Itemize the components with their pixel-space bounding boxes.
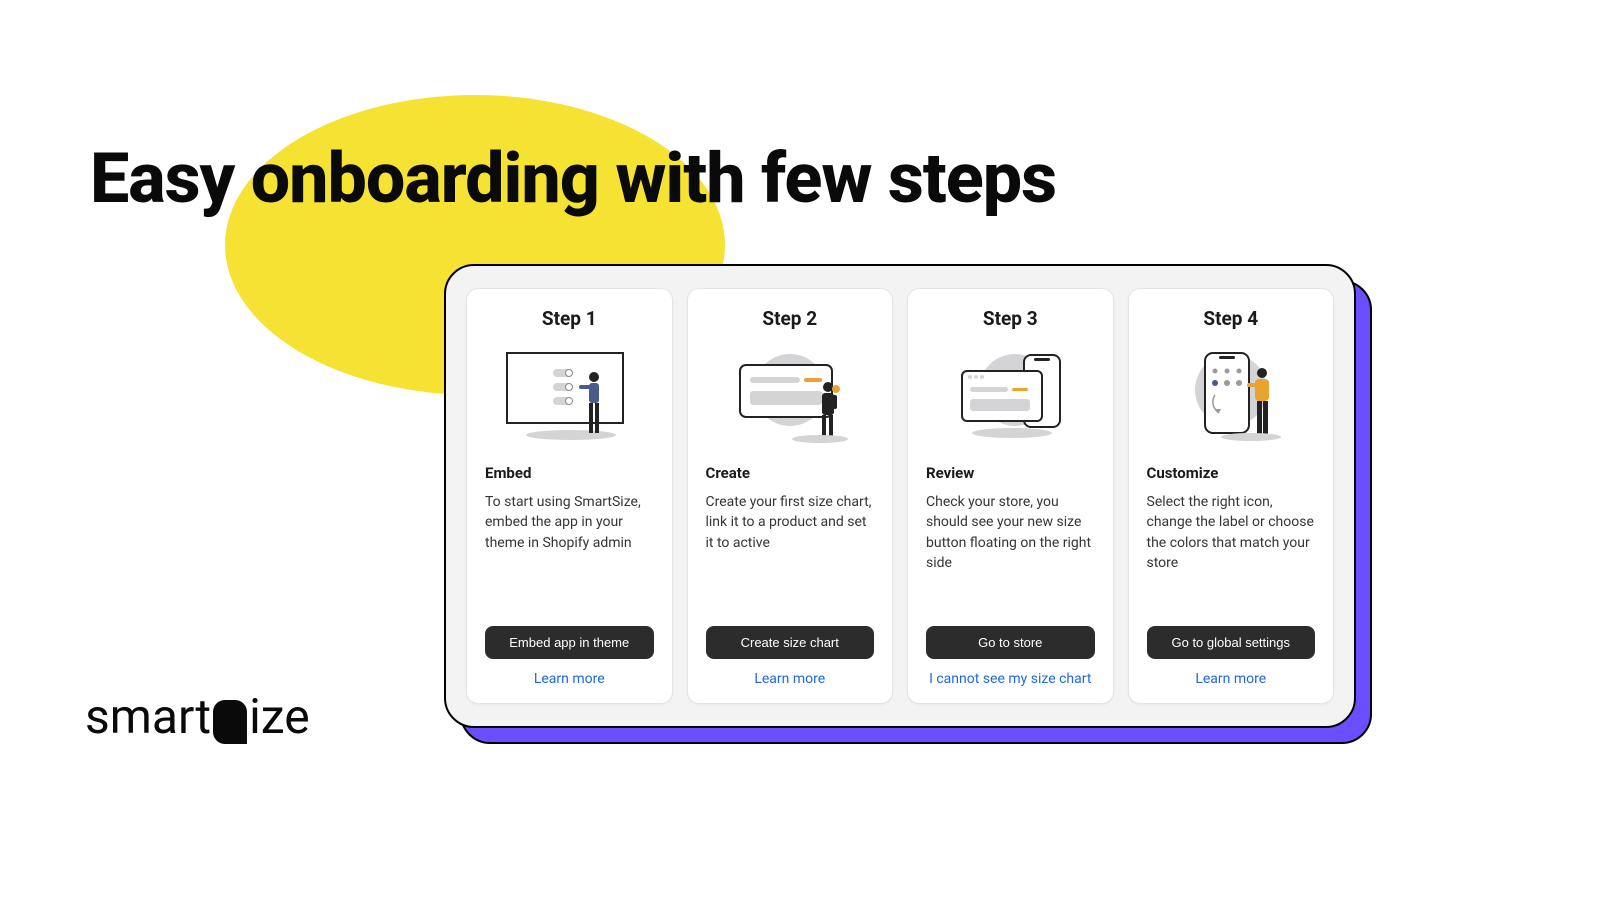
review-illustration-icon (926, 340, 1095, 450)
step-label: Step 2 (706, 307, 875, 330)
step-card-create: Step 2 Create Create your first size cha… (687, 288, 894, 704)
learn-more-link[interactable]: Learn more (485, 671, 654, 687)
logo-s-icon (213, 700, 247, 744)
create-illustration-icon (706, 340, 875, 450)
card-title: Create (706, 464, 875, 482)
card-title: Review (926, 464, 1095, 482)
card-description: To start using SmartSize, embed the app … (485, 492, 654, 614)
logo-text-prefix: smart (85, 688, 211, 745)
brand-logo: smart ize (85, 688, 310, 745)
card-title: Customize (1147, 464, 1316, 482)
card-title: Embed (485, 464, 654, 482)
logo-text-suffix: ize (249, 688, 310, 745)
cannot-see-chart-link[interactable]: I cannot see my size chart (926, 671, 1095, 687)
create-size-chart-button[interactable]: Create size chart (706, 626, 875, 659)
embed-illustration-icon (485, 340, 654, 450)
embed-app-button[interactable]: Embed app in theme (485, 626, 654, 659)
learn-more-link[interactable]: Learn more (1147, 671, 1316, 687)
step-card-customize: Step 4 Customize (1128, 288, 1335, 704)
go-to-store-button[interactable]: Go to store (926, 626, 1095, 659)
page-headline: Easy onboarding with few steps (90, 135, 1056, 225)
step-card-review: Step 3 Review Check your store, you shou… (907, 288, 1114, 704)
step-label: Step 4 (1147, 307, 1316, 330)
step-label: Step 1 (485, 307, 654, 330)
card-description: Select the right icon, change the label … (1147, 492, 1316, 614)
learn-more-link[interactable]: Learn more (706, 671, 875, 687)
onboarding-panel: Step 1 Embed To start using SmartSize, e… (444, 264, 1356, 728)
card-description: Create your first size chart, link it to… (706, 492, 875, 614)
step-label: Step 3 (926, 307, 1095, 330)
global-settings-button[interactable]: Go to global settings (1147, 626, 1316, 659)
step-card-embed: Step 1 Embed To start using SmartSize, e… (466, 288, 673, 704)
customize-illustration-icon (1147, 340, 1316, 450)
card-description: Check your store, you should see your ne… (926, 492, 1095, 614)
